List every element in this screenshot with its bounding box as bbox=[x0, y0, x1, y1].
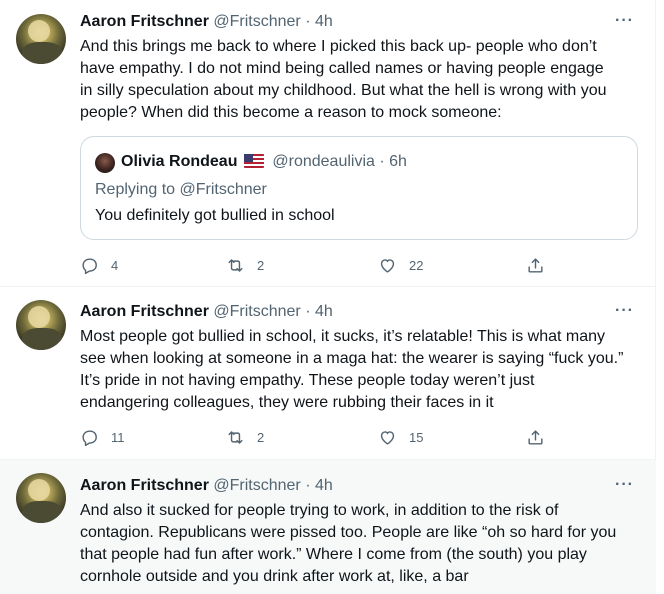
retweet-count: 2 bbox=[257, 429, 265, 445]
share-button[interactable] bbox=[526, 427, 545, 447]
author-name[interactable]: Aaron Fritschner bbox=[80, 477, 209, 494]
quoted-avatar[interactable] bbox=[95, 153, 115, 173]
avatar[interactable] bbox=[16, 300, 66, 350]
retweet-count: 2 bbox=[257, 257, 265, 273]
tweet[interactable]: Aaron Fritschner @Fritschner · 4h ··· An… bbox=[0, 0, 656, 287]
tweet-text: And also it sucked for people trying to … bbox=[80, 500, 640, 588]
heart-icon bbox=[380, 258, 395, 273]
avatar[interactable] bbox=[16, 14, 66, 64]
like-count: 22 bbox=[409, 257, 424, 273]
tweet-text-line: endangering colleagues, they were rubbin… bbox=[80, 394, 494, 411]
tweet[interactable]: Aaron Fritschner @Fritschner · 4h ··· Mo… bbox=[0, 287, 656, 460]
like-count: 15 bbox=[409, 429, 424, 445]
tweet-text-line: And this brings me back to where I picke… bbox=[80, 38, 597, 55]
quoted-header: Olivia Rondeau @rondeaulivia · 6h bbox=[121, 151, 407, 173]
us-flag-icon bbox=[243, 154, 264, 168]
tweet-text-line: in silly speculation about my childhood.… bbox=[80, 82, 607, 99]
more-options-icon[interactable]: ··· bbox=[615, 13, 634, 29]
reply-icon bbox=[82, 257, 97, 274]
share-icon bbox=[528, 429, 543, 445]
quoted-handle-time[interactable]: @rondeaulivia · 6h bbox=[272, 153, 407, 170]
reply-count: 11 bbox=[111, 429, 125, 445]
tweet-text-line: It’s pride in not having empathy. These … bbox=[80, 372, 535, 389]
retweet-button[interactable]: 2 bbox=[226, 255, 264, 275]
tweet[interactable]: Aaron Fritschner @Fritschner · 4h ··· An… bbox=[0, 460, 656, 594]
quoted-tweet[interactable]: Olivia Rondeau @rondeaulivia · 6h Replyi… bbox=[80, 136, 638, 240]
like-button[interactable]: 15 bbox=[378, 427, 423, 447]
tweet-text-line: people? When did this become a reason to… bbox=[80, 104, 502, 121]
author-name[interactable]: Aaron Fritschner bbox=[80, 13, 209, 30]
quoted-text: You definitely got bullied in school bbox=[95, 207, 335, 224]
share-button[interactable] bbox=[526, 255, 545, 275]
retweet-icon bbox=[228, 430, 243, 444]
tweet-text-line: contagion. Republicans were pissed too. … bbox=[80, 524, 617, 541]
avatar[interactable] bbox=[16, 473, 66, 523]
action-bar: 11 2 15 bbox=[80, 427, 560, 447]
tweet-text: And this brings me back to where I picke… bbox=[80, 36, 640, 124]
reply-count: 4 bbox=[111, 257, 119, 273]
action-bar: 4 2 22 bbox=[80, 255, 560, 275]
tweet-text: Most people got bullied in school, it su… bbox=[80, 326, 640, 414]
tweet-text-line: And also it sucked for people trying to … bbox=[80, 502, 559, 519]
timeline: Aaron Fritschner @Fritschner · 4h ··· An… bbox=[0, 0, 656, 594]
tweet-text-line: cornhole outside and you drink after wor… bbox=[80, 568, 469, 585]
reply-icon bbox=[82, 429, 97, 446]
reply-button[interactable]: 11 bbox=[80, 427, 125, 447]
tweet-text-line: see when looking at someone in a maga ha… bbox=[80, 350, 624, 367]
more-options-icon[interactable]: ··· bbox=[615, 477, 634, 493]
retweet-icon bbox=[228, 258, 243, 272]
tweet-text-line: Most people got bullied in school, it su… bbox=[80, 328, 605, 345]
replying-to[interactable]: Replying to @Fritschner bbox=[95, 179, 267, 201]
like-button[interactable]: 22 bbox=[378, 255, 423, 275]
share-icon bbox=[528, 257, 543, 273]
tweet-text-line: that people had fun after work.” Where I… bbox=[80, 546, 587, 563]
more-options-icon[interactable]: ··· bbox=[615, 303, 634, 319]
tweet-header: Aaron Fritschner @Fritschner · 4h bbox=[80, 476, 636, 496]
tweet-header: Aaron Fritschner @Fritschner · 4h bbox=[80, 12, 636, 32]
author-handle-time[interactable]: @Fritschner · 4h bbox=[213, 477, 332, 494]
quoted-author-name[interactable]: Olivia Rondeau bbox=[121, 153, 237, 170]
retweet-button[interactable]: 2 bbox=[226, 427, 264, 447]
reply-button[interactable]: 4 bbox=[80, 255, 118, 275]
author-name[interactable]: Aaron Fritschner bbox=[80, 303, 209, 320]
heart-icon bbox=[380, 430, 395, 445]
author-handle-time[interactable]: @Fritschner · 4h bbox=[213, 303, 332, 320]
tweet-text-line: have empathy. I do not mind being called… bbox=[80, 60, 604, 77]
author-handle-time[interactable]: @Fritschner · 4h bbox=[213, 13, 332, 30]
tweet-header: Aaron Fritschner @Fritschner · 4h bbox=[80, 302, 636, 322]
